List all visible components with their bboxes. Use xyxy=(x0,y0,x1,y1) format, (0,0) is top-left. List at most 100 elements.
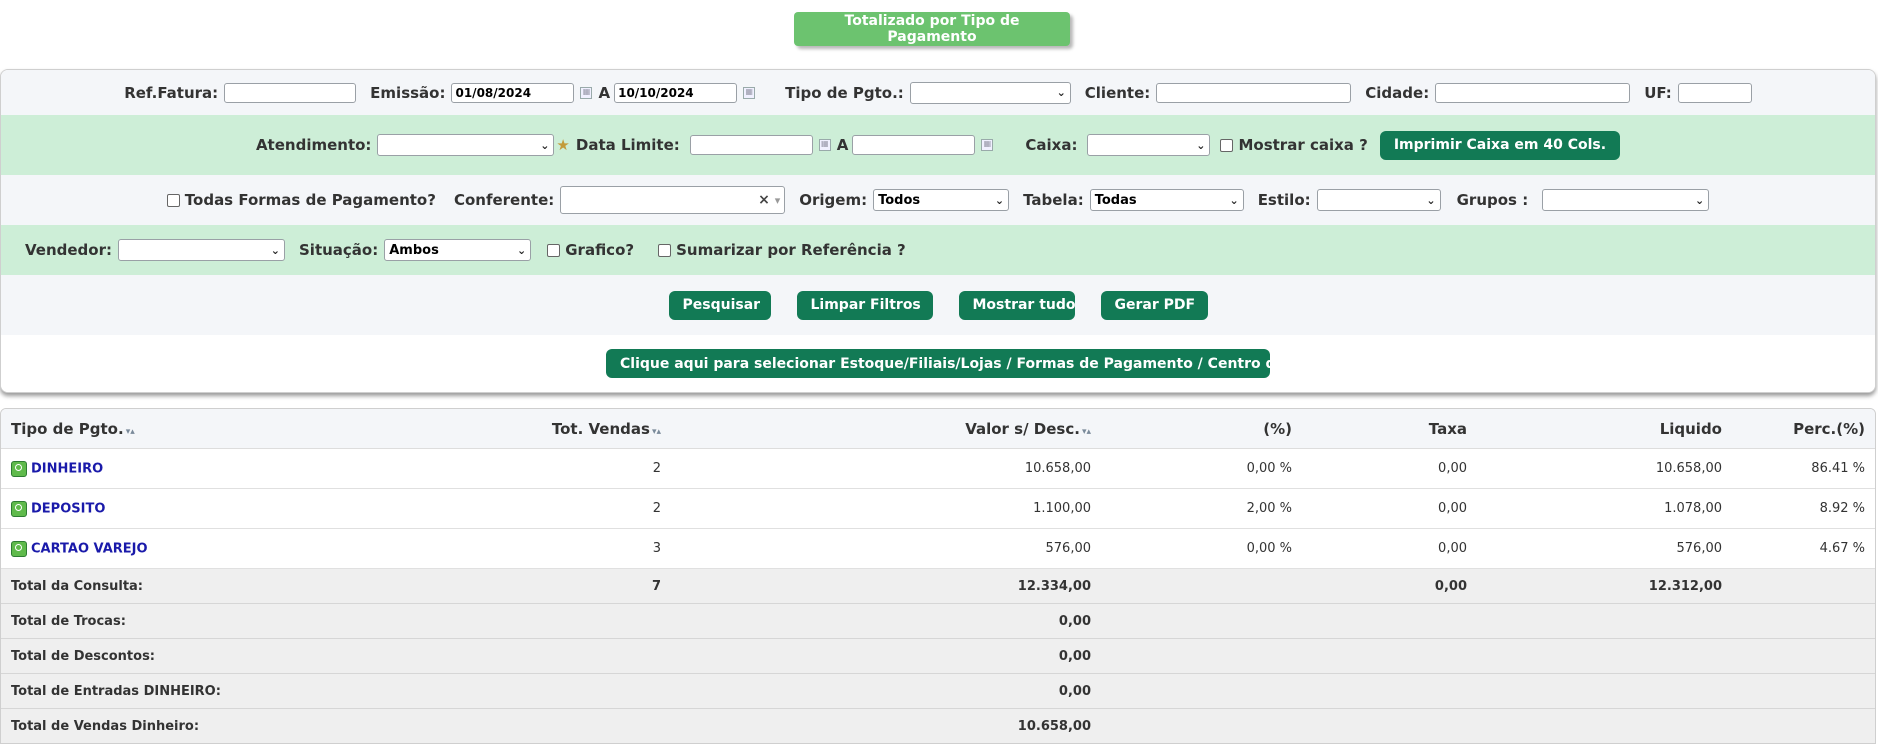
total-vendas: 7 xyxy=(321,568,671,604)
select-row: Clique aqui para selecionar Estoque/Fili… xyxy=(1,335,1875,392)
ref-fatura-input[interactable] xyxy=(224,82,357,103)
tipo-pgto-link[interactable]: CARTAO VAREJO xyxy=(31,541,148,556)
data-limite-to-input[interactable] xyxy=(852,135,976,155)
taxa-cell: 0,00 xyxy=(1302,448,1477,489)
limpar-filtros-button[interactable]: Limpar Filtros xyxy=(796,290,933,320)
grafico-checkbox[interactable] xyxy=(547,243,561,257)
sort-icon[interactable]: ▾▴ xyxy=(126,427,135,437)
filter-row-2: Atendimento: ⌄ ★ Data Limite: ▦ A ▦ Caix… xyxy=(1,115,1875,175)
totalizado-tipo-pagamento-button[interactable]: Totalizado por Tipo de Pagamento xyxy=(794,12,1070,46)
cliente-input[interactable] xyxy=(1156,82,1352,103)
perc-cell: 8.92 % xyxy=(1732,488,1875,529)
todas-formas-checkbox[interactable] xyxy=(166,193,180,207)
pct-cell: 0,00 % xyxy=(1101,448,1302,489)
chevron-down-icon: ⌄ xyxy=(1196,138,1206,152)
uf-input[interactable] xyxy=(1677,82,1752,103)
actions-row: Pesquisar Limpar Filtros Mostrar tudo Ge… xyxy=(1,275,1875,335)
total-label: Total de Trocas: xyxy=(1,603,321,639)
data-limite-from-input[interactable] xyxy=(689,135,813,155)
cidade-input[interactable] xyxy=(1435,82,1631,103)
emissao-label: Emissão: xyxy=(370,83,446,102)
col-perc: Perc.(%) xyxy=(1732,409,1875,449)
col-valor-s-desc[interactable]: Valor s/ Desc. ▾▴ xyxy=(671,409,1101,449)
calendar-icon[interactable]: ▦ xyxy=(981,139,994,151)
conferente-select[interactable]: × ▾ xyxy=(560,186,786,214)
tipo-pgto-link[interactable]: DEPOSITO xyxy=(31,501,105,516)
chevron-down-icon: ⌄ xyxy=(517,243,527,257)
total-label: Total de Descontos: xyxy=(1,638,321,674)
star-icon[interactable]: ★ xyxy=(556,136,569,154)
total-row: Total de Trocas: 0,00 xyxy=(1,603,1875,639)
atendimento-select[interactable]: ⌄ xyxy=(377,134,555,156)
cliente-label: Cliente: xyxy=(1084,83,1151,102)
caixa-label: Caixa: xyxy=(1025,136,1078,154)
chevron-down-icon: ⌄ xyxy=(1695,193,1705,207)
total-row: Total da Consulta: 7 12.334,00 0,00 12.3… xyxy=(1,568,1875,604)
table-row: CARTAO VAREJO 3 576,00 0,00 % 0,00 576,0… xyxy=(1,528,1875,569)
grupos-label: Grupos : xyxy=(1456,191,1529,209)
perc-cell: 86.41 % xyxy=(1732,448,1875,489)
total-liquido: 12.312,00 xyxy=(1477,568,1732,604)
results-table: Tipo de Pgto. ▾▴ Tot. Vendas ▾▴ Valor s/ D… xyxy=(1,409,1875,743)
sumarizar-checkbox[interactable] xyxy=(658,243,672,257)
grafico-label: Grafico? xyxy=(565,241,635,259)
total-row: Total de Entradas DINHEIRO: 0,00 xyxy=(1,673,1875,709)
magnifier-icon[interactable] xyxy=(11,540,27,557)
total-label: Total da Consulta: xyxy=(1,568,321,604)
mostrar-caixa-checkbox[interactable] xyxy=(1220,138,1234,152)
col-liquido: Liquido xyxy=(1477,409,1732,449)
col-tipo-pgto[interactable]: Tipo de Pgto. ▾▴ xyxy=(1,409,321,449)
table-header-row: Tipo de Pgto. ▾▴ Tot. Vendas ▾▴ Valor s/ D… xyxy=(1,409,1875,449)
filter-row-1: Ref.Fatura: Emissão: ▦ A ▦ Tipo de Pgto.… xyxy=(1,70,1875,115)
selecionar-estoque-button[interactable]: Clique aqui para selecionar Estoque/Fili… xyxy=(606,349,1343,378)
ref-fatura-label: Ref.Fatura: xyxy=(124,83,219,102)
tipo-pgto-select[interactable]: ⌄ xyxy=(909,81,1071,104)
col-tot-vendas[interactable]: Tot. Vendas ▾▴ xyxy=(321,409,671,449)
tipo-pgto-link[interactable]: DINHEIRO xyxy=(31,461,103,476)
magnifier-icon[interactable] xyxy=(11,460,27,477)
pesquisar-button[interactable]: Pesquisar xyxy=(668,290,771,320)
origem-label: Origem: xyxy=(799,191,868,209)
tot-vendas-cell: 2 xyxy=(321,448,671,489)
chevron-down-icon: ⌄ xyxy=(994,193,1005,207)
col-pct: (%) xyxy=(1101,409,1302,449)
total-valor: 0,00 xyxy=(671,603,1101,639)
sort-icon[interactable]: ▾▴ xyxy=(652,427,661,437)
emissao-to-input[interactable] xyxy=(614,82,738,103)
emissao-from-input[interactable] xyxy=(451,82,575,103)
liquido-cell: 10.658,00 xyxy=(1477,448,1732,489)
tot-vendas-cell: 3 xyxy=(321,528,671,569)
results-table-panel: Tipo de Pgto. ▾▴ Tot. Vendas ▾▴ Valor s/ D… xyxy=(0,408,1876,744)
pct-cell: 2,00 % xyxy=(1101,488,1302,529)
chevron-down-icon: ⌄ xyxy=(1426,193,1436,207)
grupos-select[interactable]: ⌄ xyxy=(1542,189,1710,211)
sort-icon[interactable]: ▾▴ xyxy=(1082,427,1091,437)
mostrar-caixa-label: Mostrar caixa ? xyxy=(1238,136,1368,154)
tabela-select[interactable]: Todas ⌄ xyxy=(1089,189,1244,211)
estilo-select[interactable]: ⌄ xyxy=(1316,189,1441,211)
atendimento-label: Atendimento: xyxy=(255,136,372,154)
caixa-select[interactable]: ⌄ xyxy=(1087,134,1211,156)
magnifier-icon[interactable] xyxy=(11,500,27,517)
calendar-icon[interactable]: ▦ xyxy=(743,86,756,99)
mostrar-tudo-button[interactable]: Mostrar tudo xyxy=(958,290,1076,320)
cidade-label: Cidade: xyxy=(1365,83,1430,102)
pct-cell: 0,00 % xyxy=(1101,528,1302,569)
conferente-label: Conferente: xyxy=(453,191,555,209)
calendar-icon[interactable]: ▦ xyxy=(580,86,593,99)
valor-cell: 1.100,00 xyxy=(671,488,1101,529)
gerar-pdf-button[interactable]: Gerar PDF xyxy=(1100,290,1208,320)
valor-cell: 10.658,00 xyxy=(671,448,1101,489)
clear-icon[interactable]: × xyxy=(758,192,770,208)
vendedor-select[interactable]: ⌄ xyxy=(118,239,285,261)
chevron-down-icon: ⌄ xyxy=(270,243,280,257)
calendar-icon[interactable]: ▦ xyxy=(818,139,831,151)
total-valor: 10.658,00 xyxy=(671,708,1101,743)
total-label: Total de Entradas DINHEIRO: xyxy=(1,673,321,709)
origem-select[interactable]: Todos ⌄ xyxy=(873,189,1010,211)
liquido-cell: 1.078,00 xyxy=(1477,488,1732,529)
liquido-cell: 576,00 xyxy=(1477,528,1732,569)
tot-vendas-cell: 2 xyxy=(321,488,671,529)
imprimir-caixa-button[interactable]: Imprimir Caixa em 40 Cols. xyxy=(1379,130,1621,160)
situacao-select[interactable]: Ambos ⌄ xyxy=(384,239,532,261)
